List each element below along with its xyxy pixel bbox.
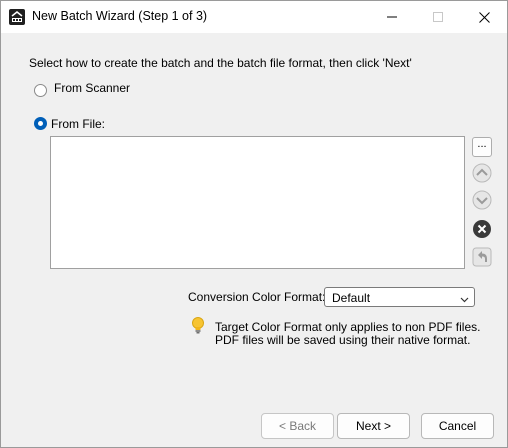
minimize-button[interactable] — [369, 1, 415, 33]
remove-circle-x-icon — [473, 220, 491, 238]
window-title: New Batch Wizard (Step 1 of 3) — [32, 9, 208, 23]
undo-button[interactable] — [472, 247, 492, 267]
move-up-button[interactable] — [472, 163, 492, 183]
from-scanner-label[interactable]: From Scanner — [54, 81, 130, 95]
chevron-down-icon — [472, 190, 492, 210]
from-file-label[interactable]: From File: — [51, 117, 105, 131]
conversion-color-format-label: Conversion Color Format: — [188, 290, 326, 304]
title-bar[interactable]: New Batch Wizard (Step 1 of 3) — [1, 1, 507, 33]
lightbulb-icon — [191, 317, 205, 338]
chevron-down-icon — [460, 293, 469, 307]
note-line-1: Target Color Format only applies to non … — [215, 320, 481, 334]
cancel-button[interactable]: Cancel — [421, 413, 494, 439]
file-list[interactable] — [50, 136, 465, 269]
selected-value: Default — [332, 291, 371, 305]
next-button[interactable]: Next > — [337, 413, 410, 439]
undo-arrow-icon — [472, 247, 492, 267]
app-logo-icon — [9, 9, 25, 25]
note-line-2: PDF files will be saved using their nati… — [215, 333, 471, 347]
move-down-button[interactable] — [472, 190, 492, 210]
chevron-up-icon — [472, 163, 492, 183]
from-file-radio[interactable] — [34, 117, 47, 130]
conversion-color-format-select[interactable]: Default — [324, 287, 475, 307]
browse-button[interactable]: ... — [472, 137, 492, 157]
from-scanner-radio[interactable] — [34, 84, 47, 97]
maximize-button — [415, 1, 461, 33]
instruction-text: Select how to create the batch and the b… — [29, 56, 412, 70]
wizard-window: New Batch Wizard (Step 1 of 3) Select ho… — [0, 0, 508, 448]
remove-button[interactable] — [472, 219, 492, 239]
back-button[interactable]: < Back — [261, 413, 334, 439]
close-button[interactable] — [461, 1, 507, 33]
